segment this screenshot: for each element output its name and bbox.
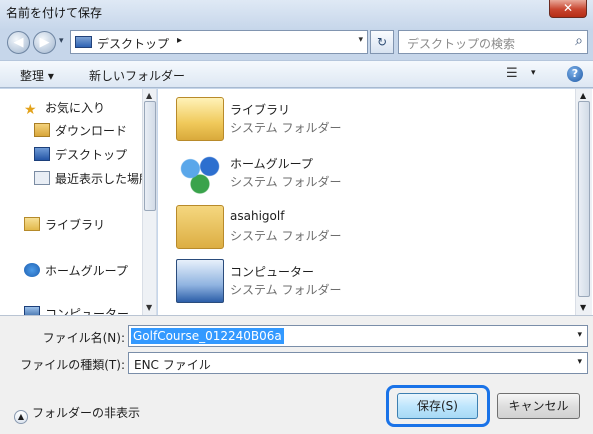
filename-input[interactable]: GolfCourse_012240B06a ▾	[128, 325, 588, 347]
desktop-icon	[75, 36, 92, 48]
star-icon: ★	[24, 102, 37, 118]
address-text[interactable]: デスクトップ	[97, 35, 169, 52]
scroll-down-icon[interactable]: ▼	[146, 303, 152, 312]
hide-folders-label: フォルダーの非表示	[32, 406, 141, 420]
back-button[interactable]: ◀	[7, 31, 30, 54]
item-type: システム フォルダー	[230, 229, 342, 243]
address-dropdown-icon[interactable]: ▾	[358, 35, 363, 45]
save-button[interactable]: 保存(S)	[397, 393, 478, 419]
nav-item-label: コンピューター	[45, 307, 130, 315]
nav-item-computer[interactable]: コンピューター	[24, 305, 129, 315]
filename-value[interactable]: GolfCourse_012240B06a	[131, 328, 284, 344]
list-item-homegroup[interactable]: ホームグループ システム フォルダー	[176, 149, 566, 199]
scroll-up-icon[interactable]: ▲	[146, 91, 152, 100]
search-box[interactable]: デスクトップの検索 ⌕	[398, 30, 588, 54]
library-folder-icon	[176, 97, 224, 141]
address-bar[interactable]: デスクトップ ▸ ▾	[70, 30, 368, 54]
organize-menu-button[interactable]: 整理 ▾	[20, 67, 54, 84]
homegroup-icon	[24, 263, 40, 277]
nav-item-label: ライブラリ	[45, 218, 106, 232]
nav-item-favorites[interactable]: ★ お気に入り	[24, 99, 106, 118]
item-name: ホームグループ	[230, 157, 313, 171]
computer-icon	[24, 306, 40, 315]
nav-item-label: デスクトップ	[55, 148, 128, 162]
list-item-libraries[interactable]: ライブラリ システム フォルダー	[176, 95, 566, 145]
filename-dropdown-icon[interactable]: ▾	[577, 330, 582, 340]
list-item-user-folder[interactable]: asahigolf システム フォルダー	[176, 203, 566, 253]
title-bar: 名前を付けて保存 ✕	[0, 0, 593, 24]
save-as-dialog: 名前を付けて保存 ✕ ◀ ▶ ▾ デスクトップ ▸ ▾ ↻ デスクトップの検索 …	[0, 0, 593, 434]
recent-places-icon	[34, 171, 50, 185]
item-type: システム フォルダー	[230, 121, 342, 135]
file-list-scrollbar[interactable]: ▲ ▼	[575, 89, 592, 315]
download-folder-icon	[34, 123, 50, 137]
cancel-button[interactable]: キャンセル	[497, 393, 580, 419]
forward-button[interactable]: ▶	[33, 31, 56, 54]
nav-item-recent-places[interactable]: 最近表示した場所	[34, 170, 151, 188]
nav-item-label: お気に入り	[45, 101, 106, 115]
scroll-down-icon[interactable]: ▼	[580, 303, 586, 312]
filetype-label: ファイルの種類(T):	[20, 358, 125, 372]
item-type: システム フォルダー	[230, 283, 342, 297]
nav-item-libraries[interactable]: ライブラリ	[24, 216, 105, 234]
search-icon[interactable]: ⌕	[575, 33, 583, 49]
filename-label: ファイル名(N):	[42, 331, 125, 345]
library-icon	[24, 217, 40, 231]
close-button[interactable]: ✕	[549, 0, 587, 18]
item-name: ライブラリ	[230, 103, 291, 117]
scrollbar-thumb[interactable]	[144, 101, 156, 211]
item-name: コンピューター	[230, 265, 315, 279]
view-dropdown-icon[interactable]: ▾	[531, 68, 536, 78]
change-view-icon[interactable]: ☰	[506, 66, 518, 81]
nav-item-label: ダウンロード	[55, 124, 128, 138]
nav-item-homegroup[interactable]: ホームグループ	[24, 262, 128, 280]
search-placeholder: デスクトップの検索	[407, 37, 516, 51]
hide-folders-toggle[interactable]: ▲ フォルダーの非表示	[14, 404, 140, 424]
help-icon[interactable]: ?	[567, 66, 583, 82]
desktop-icon	[34, 147, 50, 161]
breadcrumb-arrow-icon[interactable]: ▸	[177, 35, 182, 46]
window-title: 名前を付けて保存	[6, 6, 103, 20]
scrollbar-thumb[interactable]	[578, 101, 590, 297]
save-form: ファイル名(N): GolfCourse_012240B06a ▾ ファイルの種…	[0, 315, 593, 434]
filetype-dropdown-icon[interactable]: ▾	[577, 357, 582, 367]
nav-item-label: 最近表示した場所	[55, 172, 152, 186]
chevron-up-icon: ▲	[14, 410, 28, 424]
navigation-pane: ★ お気に入り ダウンロード デスクトップ 最近表示した場所 ライブラリ ホームグ…	[0, 89, 157, 315]
toolbar: 整理 ▾ 新しいフォルダー ☰ ▾ ?	[0, 60, 593, 88]
item-type: システム フォルダー	[230, 175, 342, 189]
nav-item-label: ホームグループ	[45, 264, 128, 278]
nav-item-desktop[interactable]: デスクトップ	[34, 146, 127, 164]
navigation-bar: ◀ ▶ ▾ デスクトップ ▸ ▾ ↻ デスクトップの検索 ⌕	[0, 24, 593, 58]
nav-pane-scrollbar[interactable]: ▲ ▼	[142, 89, 156, 315]
filetype-value: ENC ファイル	[134, 358, 211, 372]
computer-icon	[176, 259, 224, 303]
filetype-select[interactable]: ENC ファイル ▾	[128, 352, 588, 374]
nav-item-downloads[interactable]: ダウンロード	[34, 122, 127, 140]
scroll-up-icon[interactable]: ▲	[580, 91, 586, 100]
homegroup-icon	[176, 151, 224, 195]
list-item-computer[interactable]: コンピューター システム フォルダー	[176, 257, 566, 307]
file-list: ライブラリ システム フォルダー ホームグループ システム フォルダー asah…	[158, 89, 593, 315]
user-folder-icon	[176, 205, 224, 249]
refresh-button[interactable]: ↻	[370, 30, 394, 54]
recent-locations-dropdown[interactable]: ▾	[59, 36, 64, 46]
item-name: asahigolf	[230, 209, 285, 223]
new-folder-button[interactable]: 新しいフォルダー	[89, 67, 185, 84]
